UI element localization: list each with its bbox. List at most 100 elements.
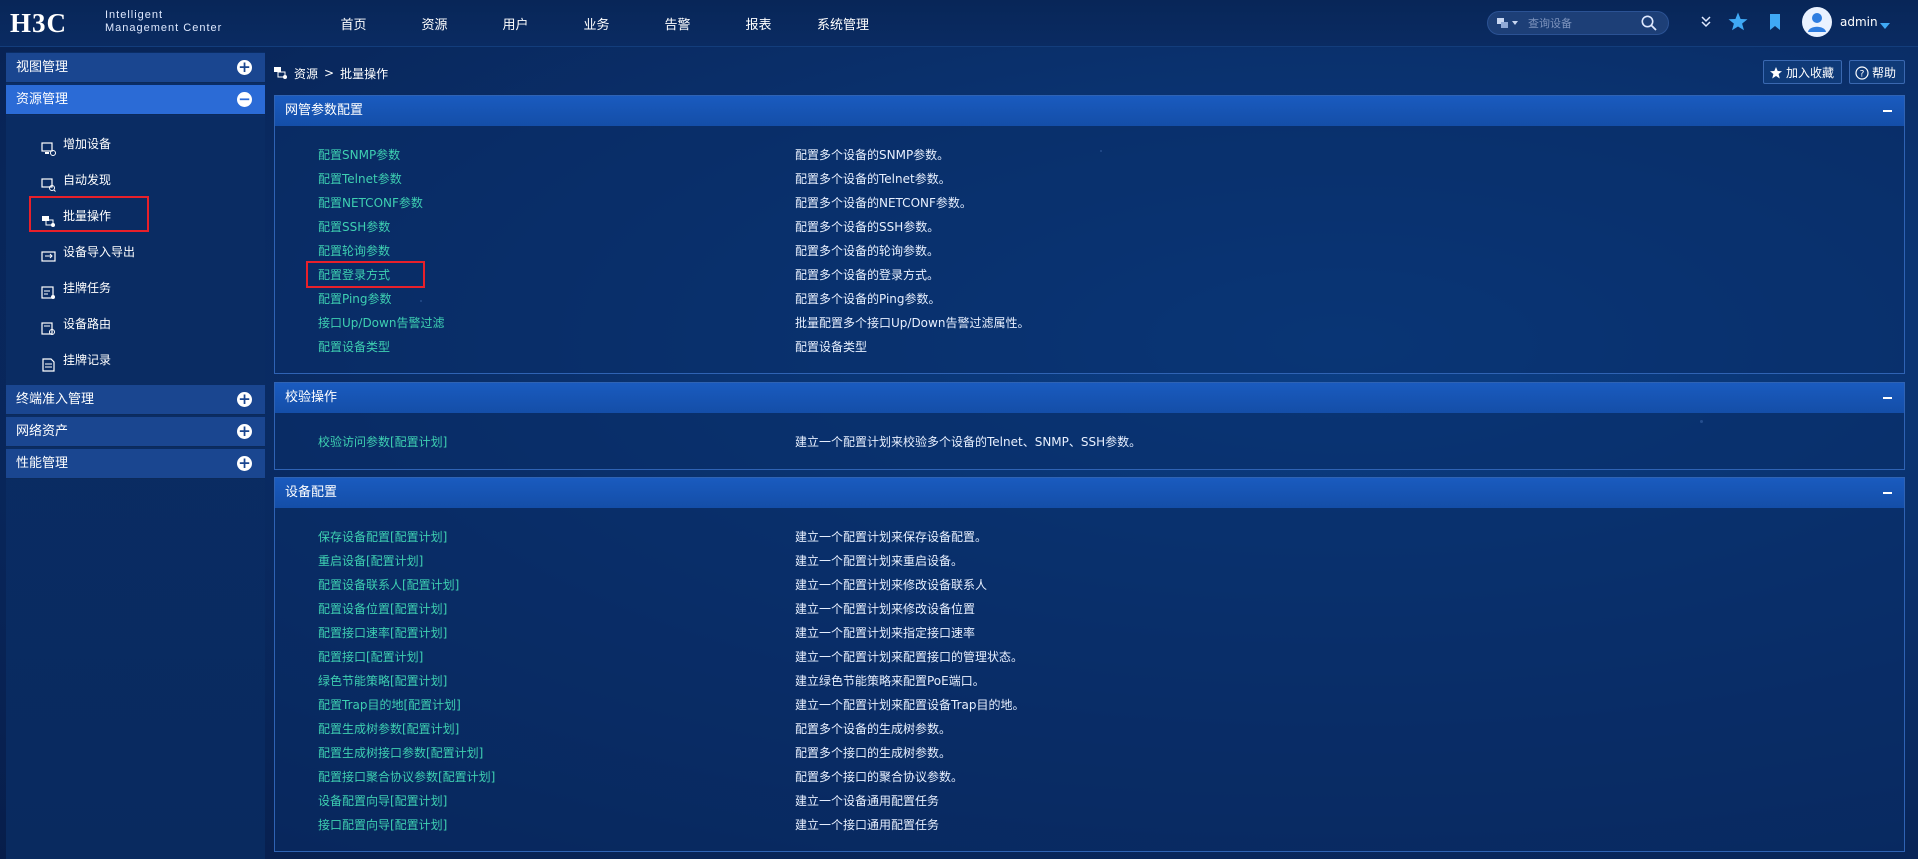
resource-icon <box>274 67 287 79</box>
list-item: 设备配置向导[配置计划] 建立一个设备通用配置任务 <box>275 789 1904 813</box>
caret-down-icon[interactable] <box>1880 19 1890 29</box>
collapse-icon[interactable] <box>1883 110 1892 112</box>
config-description: 配置多个接口的生成树参数。 <box>795 746 952 760</box>
help-button[interactable]: ? 帮助 <box>1849 60 1905 84</box>
config-link[interactable]: 配置Ping参数 <box>318 287 392 311</box>
sidebar-item-auto-discover[interactable]: 自动发现 <box>6 165 265 195</box>
device-route-icon <box>41 317 56 335</box>
config-link[interactable]: 接口配置向导[配置计划] <box>318 813 447 837</box>
config-link[interactable]: 保存设备配置[配置计划] <box>318 525 447 549</box>
config-description: 建立绿色节能策略来配置PoE端口。 <box>795 674 985 688</box>
expand-icon[interactable]: + <box>237 60 252 75</box>
sidebar-group-label: 网络资产 <box>16 424 69 439</box>
nav-services[interactable]: 业务 <box>568 14 625 33</box>
sidebar-item-device-route[interactable]: 设备路由 <box>6 309 265 339</box>
star-icon[interactable] <box>1727 11 1749 33</box>
breadcrumb-separator: > <box>324 66 335 80</box>
logo-line-2: Management Center <box>105 22 223 34</box>
list-item: 配置接口速率[配置计划] 建立一个配置计划来指定接口速率 <box>275 621 1904 645</box>
expand-icon[interactable]: + <box>237 392 252 407</box>
sidebar-item-tag-task[interactable]: 挂牌任务 <box>6 273 265 303</box>
config-link[interactable]: 配置Telnet参数 <box>318 167 402 191</box>
sidebar-group-endpoint-admission[interactable]: 终端准入管理 + <box>6 385 265 415</box>
config-link[interactable]: 接口Up/Down告警过滤 <box>318 311 444 335</box>
breadcrumb-current: 批量操作 <box>340 66 389 81</box>
config-link[interactable]: 配置生成树参数[配置计划] <box>318 717 459 741</box>
nav-home[interactable]: 首页 <box>325 14 382 33</box>
nav-users[interactable]: 用户 <box>487 14 544 33</box>
list-item: 配置设备联系人[配置计划] 建立一个配置计划来修改设备联系人 <box>275 573 1904 597</box>
username[interactable]: admin <box>1840 15 1878 29</box>
sidebar-item-label: 设备路由 <box>63 317 112 331</box>
double-chevron-down-icon[interactable] <box>1695 11 1717 33</box>
config-link[interactable]: 配置NETCONF参数 <box>318 191 423 215</box>
add-favorite-label: 加入收藏 <box>1786 66 1835 80</box>
config-link[interactable]: 配置设备位置[配置计划] <box>318 597 447 621</box>
collapse-icon[interactable] <box>1883 397 1892 399</box>
sidebar-item-import-export[interactable]: 设备导入导出 <box>6 237 265 267</box>
config-link[interactable]: 绿色节能策略[配置计划] <box>318 669 447 693</box>
expand-icon[interactable]: + <box>237 424 252 439</box>
help-icon: ? <box>1855 66 1869 80</box>
config-description: 配置多个设备的SSH参数。 <box>795 220 940 234</box>
config-link[interactable]: 配置SNMP参数 <box>318 143 400 167</box>
config-link[interactable]: 设备配置向导[配置计划] <box>318 789 447 813</box>
device-type-icon <box>1497 18 1518 28</box>
search-input[interactable] <box>1526 14 1640 33</box>
nav-system[interactable]: 系统管理 <box>803 14 883 33</box>
config-link[interactable]: 配置接口[配置计划] <box>318 645 423 669</box>
list-item: 配置生成树参数[配置计划] 配置多个设备的生成树参数。 <box>275 717 1904 741</box>
config-link[interactable]: 配置设备联系人[配置计划] <box>318 573 459 597</box>
list-item: 校验访问参数[配置计划] 建立一个配置计划来校验多个设备的Telnet、SNMP、… <box>275 430 1904 454</box>
collapse-icon[interactable]: − <box>237 92 252 107</box>
config-link[interactable]: 配置接口速率[配置计划] <box>318 621 447 645</box>
config-description: 建立一个配置计划来配置接口的管理状态。 <box>795 650 1024 664</box>
list-item: 配置轮询参数 配置多个设备的轮询参数。 <box>275 239 1904 263</box>
config-link[interactable]: 校验访问参数[配置计划] <box>318 430 447 454</box>
config-link[interactable]: 配置Trap目的地[配置计划] <box>318 693 461 717</box>
config-link[interactable]: 配置轮询参数 <box>318 239 390 263</box>
sidebar-item-label: 自动发现 <box>63 173 112 187</box>
user-avatar[interactable] <box>1802 7 1832 37</box>
sidebar-group-performance[interactable]: 性能管理 + <box>6 449 265 479</box>
add-favorite-button[interactable]: 加入收藏 <box>1763 60 1842 84</box>
panel-device-config: 设备配置 保存设备配置[配置计划] 建立一个配置计划来保存设备配置。 重启设备[配… <box>274 477 1905 852</box>
sidebar-group-resource-management[interactable]: 资源管理 − <box>6 85 265 115</box>
list-item: 配置登录方式 配置多个设备的登录方式。 <box>275 263 1904 287</box>
config-description: 建立一个配置计划来指定接口速率 <box>795 626 976 640</box>
highlight-box <box>29 196 149 232</box>
config-description: 建立一个配置计划来重启设备。 <box>795 554 964 568</box>
bookmark-icon[interactable] <box>1764 11 1786 33</box>
config-description: 建立一个接口通用配置任务 <box>795 818 940 832</box>
collapse-icon[interactable] <box>1883 492 1892 494</box>
search-type-dropdown[interactable] <box>1496 16 1522 30</box>
config-link[interactable]: 配置设备类型 <box>318 335 390 359</box>
config-description: 建立一个配置计划来校验多个设备的Telnet、SNMP、SSH参数。 <box>795 435 1142 449</box>
config-link[interactable]: 配置SSH参数 <box>318 215 390 239</box>
import-export-icon <box>41 245 56 262</box>
list-item: 接口配置向导[配置计划] 建立一个接口通用配置任务 <box>275 813 1904 837</box>
config-link[interactable]: 重启设备[配置计划] <box>318 549 423 573</box>
nav-reports[interactable]: 报表 <box>730 14 787 33</box>
sidebar-group-view-management[interactable]: 视图管理 + <box>6 53 265 83</box>
search-icon[interactable] <box>1640 14 1658 32</box>
config-link[interactable]: 配置接口聚合协议参数[配置计划] <box>318 765 495 789</box>
list-item: 配置接口[配置计划] 建立一个配置计划来配置接口的管理状态。 <box>275 645 1904 669</box>
breadcrumb-root[interactable]: 资源 <box>294 65 318 82</box>
sidebar-item-add-device[interactable]: 增加设备 <box>6 129 265 159</box>
sidebar-item-label: 挂牌任务 <box>63 281 112 295</box>
expand-icon[interactable]: + <box>237 456 252 471</box>
config-link[interactable]: 配置生成树接口参数[配置计划] <box>318 741 483 765</box>
nav-resources[interactable]: 资源 <box>406 14 463 33</box>
config-description: 配置多个设备的生成树参数。 <box>795 722 952 736</box>
nav-alarms[interactable]: 告警 <box>649 14 706 33</box>
sidebar-item-tag-record[interactable]: 挂牌记录 <box>6 345 265 375</box>
sidebar-item-label: 设备导入导出 <box>63 245 136 259</box>
list-item: 配置Ping参数 配置多个设备的Ping参数。 <box>275 287 1904 311</box>
panel-title: 网管参数配置 <box>285 103 364 118</box>
panel-header: 校验操作 <box>275 383 1904 413</box>
config-description: 建立一个配置计划来配置设备Trap目的地。 <box>795 698 1025 712</box>
search-box <box>1487 11 1669 35</box>
sidebar-group-network-assets[interactable]: 网络资产 + <box>6 417 265 447</box>
config-description: 配置多个设备的登录方式。 <box>795 268 940 282</box>
